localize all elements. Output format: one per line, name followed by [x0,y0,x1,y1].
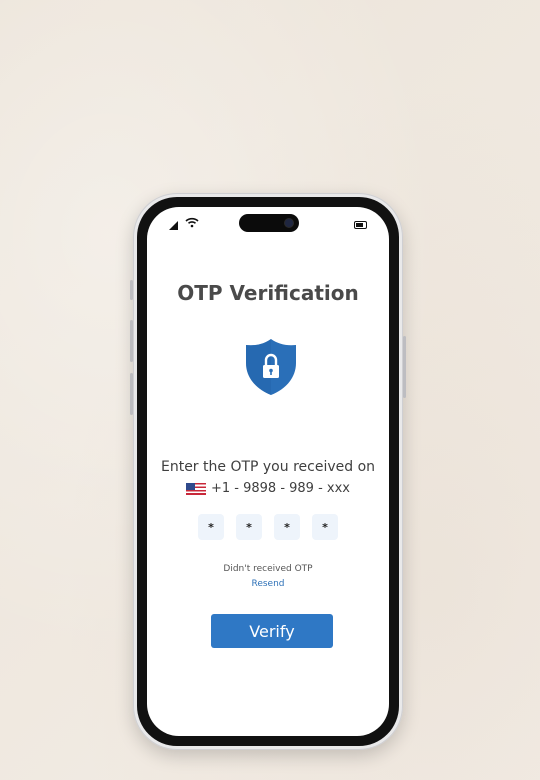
volume-down-button [130,373,133,415]
phone-body: OTP Verification Enter the OTP you recei… [137,197,399,746]
otp-instruction: Enter the OTP you received on [160,459,376,475]
phone-screen: OTP Verification Enter the OTP you recei… [147,207,389,736]
page-title: OTP Verification [177,281,359,305]
phone-number-line: +1 - 9898 - 989 - xxx [147,481,389,496]
battery-icon [354,221,367,229]
wifi-icon [185,217,199,230]
otp-digit-1[interactable]: * [198,514,224,540]
otp-digit-2[interactable]: * [236,514,262,540]
power-button [403,336,406,398]
dynamic-island [239,214,299,232]
phone-frame: OTP Verification Enter the OTP you recei… [130,193,406,750]
signal-icon [169,221,178,230]
front-camera-icon [285,219,293,227]
mute-switch [130,280,133,300]
us-flag-icon [185,482,206,495]
otp-input-row: * * * * [147,514,389,540]
phone-number: +1 - 9898 - 989 - xxx [210,481,350,496]
volume-up-button [130,320,133,362]
status-bar [147,207,389,241]
shield-lock-icon [244,337,298,397]
otp-digit-4[interactable]: * [312,514,338,540]
otp-digit-3[interactable]: * [274,514,300,540]
didnt-receive-text: Didn't received OTP [223,564,313,574]
resend-link[interactable]: Resend [147,579,389,589]
verify-button[interactable]: Verify [211,614,333,648]
